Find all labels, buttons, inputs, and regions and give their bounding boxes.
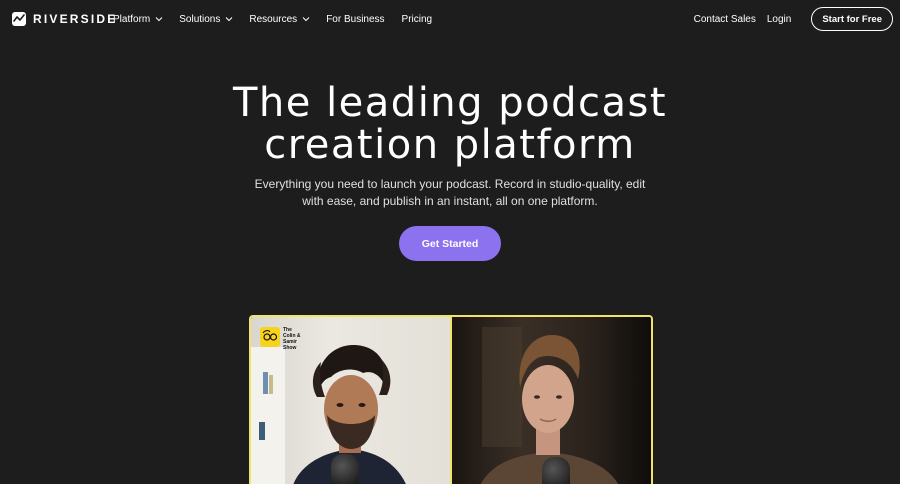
waveform-icon bbox=[12, 12, 26, 26]
show-badge-text: The Colin & Samir Show bbox=[283, 327, 305, 351]
nav-item-for-business[interactable]: For Business bbox=[326, 14, 384, 25]
nav-item-label: Solutions bbox=[179, 13, 221, 25]
show-logo-icon bbox=[260, 327, 280, 347]
participant-video-left: The Colin & Samir Show bbox=[251, 317, 450, 484]
nav-item-label: Pricing bbox=[401, 13, 433, 25]
nav-actions: Contact Sales Login Start for Free bbox=[694, 7, 893, 31]
hero-subtitle: Everything you need to launch your podca… bbox=[0, 176, 900, 210]
nav-item-label: For Business bbox=[326, 13, 385, 25]
nav-item-solutions[interactable]: Solutions bbox=[179, 14, 233, 25]
hero-subtitle-line: Everything you need to launch your podca… bbox=[254, 177, 646, 191]
hero-subtitle-line: with ease, and publish in an instant, al… bbox=[302, 194, 598, 208]
start-for-free-button[interactable]: Start for Free bbox=[811, 7, 893, 31]
nav-item-resources[interactable]: Resources bbox=[249, 14, 310, 25]
hero-title: The leading podcast creation platform bbox=[0, 82, 900, 166]
hero-title-line: creation platform bbox=[264, 122, 636, 168]
top-nav: RIVERSIDE Platform Solutions Resources F… bbox=[0, 0, 900, 38]
login-link[interactable]: Login bbox=[767, 14, 791, 25]
get-started-button[interactable]: Get Started bbox=[399, 226, 501, 261]
hero-title-line: The leading podcast bbox=[232, 80, 668, 126]
nav-item-label: Platform bbox=[113, 13, 151, 25]
nav-item-platform[interactable]: Platform bbox=[113, 14, 163, 25]
chevron-down-icon bbox=[155, 17, 163, 22]
chevron-down-icon bbox=[226, 17, 233, 22]
microphone-icon bbox=[331, 454, 359, 484]
nav-item-pricing[interactable]: Pricing bbox=[402, 14, 433, 25]
show-badge: The Colin & Samir Show bbox=[260, 327, 305, 351]
brand-logo[interactable]: RIVERSIDE bbox=[12, 11, 117, 27]
participant-video-right bbox=[452, 317, 651, 484]
microphone-icon bbox=[542, 457, 570, 484]
contact-sales-link[interactable]: Contact Sales bbox=[694, 14, 756, 25]
show-badge-line: Show bbox=[283, 345, 297, 351]
recording-preview: The Colin & Samir Show bbox=[249, 315, 653, 484]
brand-name: RIVERSIDE bbox=[33, 12, 118, 26]
main-menu: Platform Solutions Resources For Busines… bbox=[113, 0, 432, 38]
nav-item-label: Resources bbox=[249, 13, 298, 25]
page: RIVERSIDE Platform Solutions Resources F… bbox=[0, 0, 900, 484]
chevron-down-icon bbox=[302, 17, 310, 22]
